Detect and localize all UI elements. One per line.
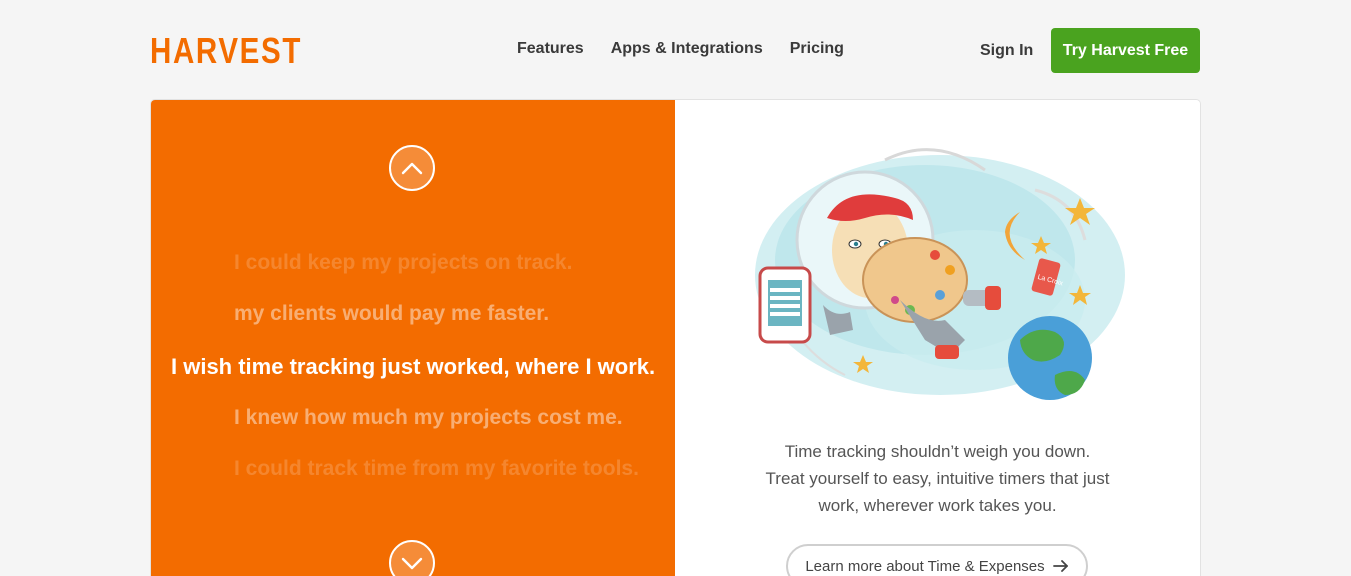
phrase-item: I could track time from my favorite tool… xyxy=(234,457,639,480)
learn-more-label: Learn more about Time & Expenses xyxy=(805,557,1045,575)
description-line: Time tracking shouldn’t weigh you down. xyxy=(784,442,1091,461)
astronaut-illustration: La Croix xyxy=(755,148,1125,400)
harvest-logo[interactable]: HARVEST xyxy=(150,30,302,72)
phrase-list: I could keep my projects on track. my cl… xyxy=(151,100,675,576)
main-nav: Features Apps & Integrations Pricing xyxy=(517,40,844,58)
page: HARVEST Features Apps & Integrations Pri… xyxy=(0,0,1351,576)
phrase-item: my clients would pay me faster. xyxy=(234,302,550,325)
learn-more-button[interactable]: Learn more about Time & Expenses xyxy=(786,544,1088,576)
chevron-down-icon xyxy=(401,557,423,570)
feature-description: Time tracking shouldn’t weigh you down. … xyxy=(675,438,1200,519)
feature-panel: La Croix Time tracking shouldn’t weigh y… xyxy=(675,100,1200,576)
arrow-right-icon xyxy=(1052,560,1068,572)
phrase-carousel: I could keep my projects on track. my cl… xyxy=(151,100,675,576)
description-line: Treat yourself to easy, intuitive timers… xyxy=(765,469,1110,488)
phrase-item: I could keep my projects on track. xyxy=(234,251,573,274)
phrase-item-active: I wish time tracking just worked, where … xyxy=(171,354,656,379)
nav-features[interactable]: Features xyxy=(517,40,584,58)
description-line: work, wherever work takes you. xyxy=(818,496,1057,515)
nav-pricing[interactable]: Pricing xyxy=(790,40,844,58)
phrase-item: I knew how much my projects cost me. xyxy=(234,406,623,429)
try-harvest-free-button[interactable]: Try Harvest Free xyxy=(1051,28,1200,73)
hero-card: I could keep my projects on track. my cl… xyxy=(151,100,1200,576)
sign-in-link[interactable]: Sign In xyxy=(980,42,1033,60)
nav-apps-integrations[interactable]: Apps & Integrations xyxy=(611,40,763,58)
